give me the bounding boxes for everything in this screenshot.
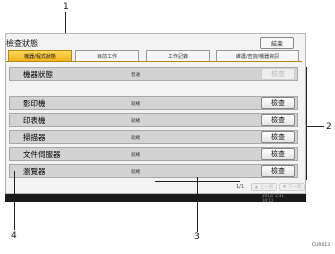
next-page-button[interactable]: ▼ 下一頁 <box>279 183 305 191</box>
check-button-document-server[interactable]: 檢查 <box>261 148 295 160</box>
status-row-copier <box>9 96 298 110</box>
callout-number-1: 1 <box>63 2 69 12</box>
status-row-scanner <box>9 130 298 144</box>
row-label-scanner: 掃描器 <box>23 133 46 142</box>
page-title: 檢查狀態 <box>6 39 38 48</box>
figure-reference-code: CUR013 <box>312 243 331 248</box>
row-label-copier: 影印機 <box>23 99 46 108</box>
row-label-printer: 印表機 <box>23 116 46 125</box>
check-button-copier[interactable]: 檢查 <box>261 97 295 109</box>
row-status-browser: 就緒 <box>131 170 140 175</box>
bottom-status-bar <box>5 194 306 202</box>
date-time-display: 2012/ 1/31 10:12 <box>262 193 284 203</box>
check-button-browser[interactable]: 檢查 <box>261 165 295 177</box>
row-status-document-server: 就緒 <box>131 153 140 158</box>
tab-divider <box>6 61 302 62</box>
callout-bracket-2 <box>306 67 307 180</box>
callout-leader-2 <box>307 126 324 127</box>
tab-job-history[interactable]: 工作記錄 <box>146 50 210 61</box>
time-text: 10:12 <box>262 198 274 203</box>
tab-machine-status[interactable]: 機器/程式狀態 <box>8 50 72 61</box>
status-row-printer <box>9 113 298 127</box>
tab-maintenance-info[interactable]: 維護/查詢/機器資訊 <box>216 50 299 61</box>
row-status-machine: 普通 <box>131 73 140 78</box>
row-status-printer: 就緒 <box>131 119 140 124</box>
callout-leader-3 <box>197 177 198 232</box>
check-button-printer[interactable]: 檢查 <box>261 114 295 126</box>
callout-number-2: 2 <box>326 122 332 132</box>
page-indicator: 1/1 <box>236 184 245 190</box>
row-status-copier: 就緒 <box>131 102 140 107</box>
check-button-scanner[interactable]: 檢查 <box>261 131 295 143</box>
callout-number-3: 3 <box>194 232 200 242</box>
row-label-document-server: 文件伺服器 <box>23 150 61 159</box>
end-button[interactable]: 結束 <box>260 37 294 49</box>
prev-page-button[interactable]: ▲ 上一頁 <box>251 183 277 191</box>
check-button-machine[interactable]: 檢查 <box>261 68 295 80</box>
tab-current-jobs[interactable]: 目前工作 <box>75 50 139 61</box>
row-status-scanner: 就緒 <box>131 136 140 141</box>
row-label-browser: 瀏覽器 <box>23 167 46 176</box>
callout-number-4: 4 <box>11 231 17 241</box>
status-row-browser <box>9 164 298 178</box>
row-label-machine: 機器狀態 <box>23 70 53 79</box>
